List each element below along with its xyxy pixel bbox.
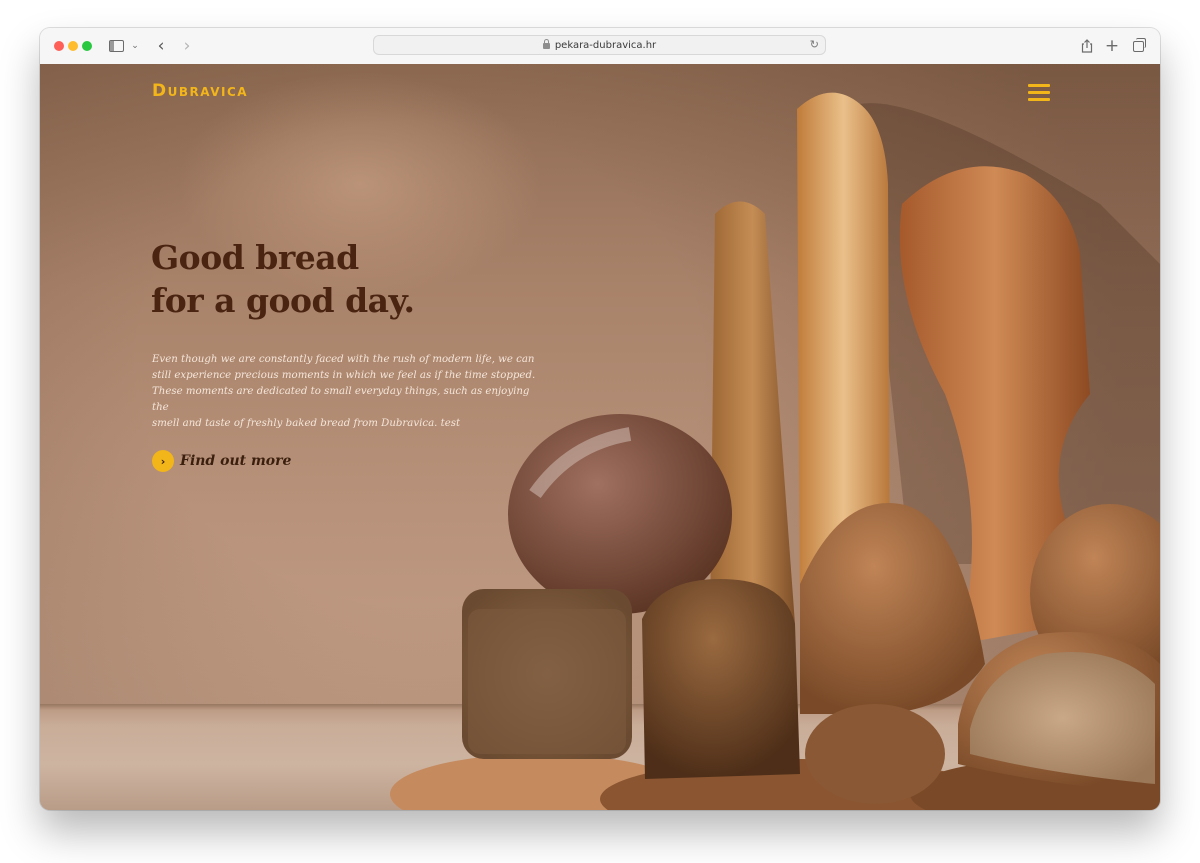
hero-bread-image xyxy=(390,92,1160,810)
sidebar-toggle-icon[interactable] xyxy=(108,36,124,56)
tab-overview-icon[interactable] xyxy=(1130,36,1146,56)
headline-line-1: Good bread xyxy=(151,238,359,277)
close-window-button[interactable] xyxy=(54,41,64,51)
minimize-window-button[interactable] xyxy=(68,41,78,51)
intro-line: smell and taste of freshly baked bread f… xyxy=(152,418,461,429)
url-text: pekara-dubravica.hr xyxy=(554,39,657,51)
browser-window: ⌄ ‹ › pekara-dubravica.hr ↻ + Dubravica … xyxy=(40,28,1160,810)
hero-intro-text: Even though we are constantly faced with… xyxy=(152,352,542,432)
intro-line: still experience precious moments in whi… xyxy=(152,370,536,381)
reload-icon[interactable]: ↻ xyxy=(810,38,819,51)
forward-button[interactable]: › xyxy=(180,36,194,56)
headline-line-2: for a good day. xyxy=(151,281,415,320)
share-icon[interactable] xyxy=(1080,36,1094,56)
hero-headline: Good bread for a good day. xyxy=(151,236,415,322)
address-bar[interactable]: pekara-dubravica.hr ↻ xyxy=(373,35,826,55)
lock-icon xyxy=(542,39,550,49)
find-out-more-label: Find out more xyxy=(180,453,292,469)
intro-line: Even though we are constantly faced with… xyxy=(152,354,535,365)
back-button[interactable]: ‹ xyxy=(154,36,168,56)
new-tab-button[interactable]: + xyxy=(1105,36,1119,56)
zoom-window-button[interactable] xyxy=(82,41,92,51)
chevron-down-icon[interactable]: ⌄ xyxy=(130,36,140,56)
chevron-right-icon: › xyxy=(152,450,174,472)
hero-section: Dubravica Good bread for a good day. Eve… xyxy=(40,64,1160,810)
site-logo[interactable]: Dubravica xyxy=(152,81,248,101)
find-out-more-link[interactable]: › Find out more xyxy=(152,450,291,472)
browser-toolbar: ⌄ ‹ › pekara-dubravica.hr ↻ + xyxy=(40,28,1160,65)
hamburger-menu-icon[interactable] xyxy=(1028,84,1052,102)
intro-line: These moments are dedicated to small eve… xyxy=(152,386,530,413)
